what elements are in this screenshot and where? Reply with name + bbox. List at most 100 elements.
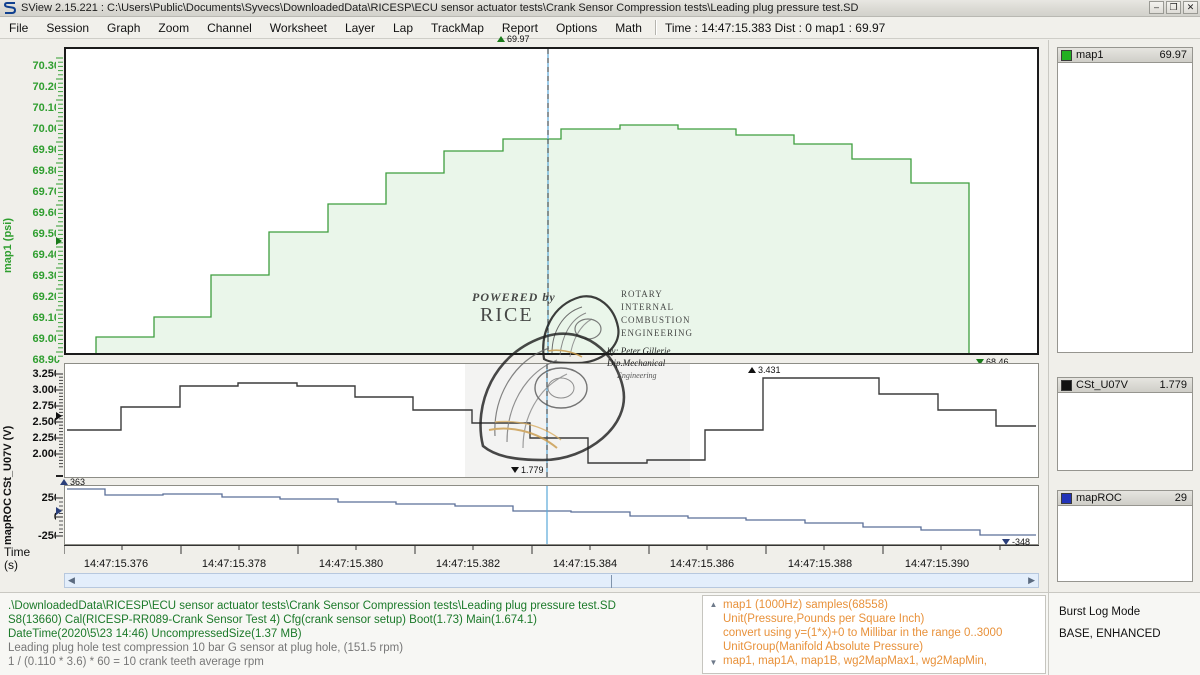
triangle-up-icon [748,367,756,373]
channel-value-map1: 69.97 [1159,49,1190,61]
chart-cst-y-ticks: 3.250 3.000 2.750 2.500 2.250 2.000 [14,362,60,480]
menu-item-worksheet[interactable]: Worksheet [261,19,336,37]
time-tick: 14:47:15.376 [84,558,148,570]
watermark-credit-1: by: Peter Gillerie [607,346,670,356]
menu-item-layer[interactable]: Layer [336,19,384,37]
menu-item-lap[interactable]: Lap [384,19,422,37]
maximize-button[interactable]: ❐ [1166,1,1181,14]
session-info-panel: .\DownloadedData\RICESP\ECU sensor actua… [0,593,700,675]
app-logo-icon [3,2,18,15]
menu-bar: File Session Graph Zoom Channel Workshee… [0,17,1200,39]
channel-header-map1[interactable]: map1 69.97 [1057,47,1193,63]
time-tick: 14:47:15.388 [788,558,852,570]
chart-map1-tick-ruler [56,50,64,360]
title-bar-text: SView 2.15.221 : C:\Users\Public\Documen… [21,2,858,14]
chart-map1-max-marker: 69.97 [497,34,530,44]
channel-color-swatch-icon [1061,493,1072,504]
chart-map1-y-ticks: 70.30 70.20 70.10 70.00 69.90 69.80 69.7… [14,48,60,358]
chart-map1-axis-label: map1 (psi) [2,200,14,290]
cursor-readout-status: Time : 14:47:15.383 Dist : 0 map1 : 69.9… [665,21,885,35]
channel-value-maproc: 29 [1175,492,1190,504]
time-tick: 14:47:15.382 [436,558,500,570]
time-tick: 14:47:15.380 [319,558,383,570]
triangle-right-icon [56,507,62,515]
close-button[interactable]: ✕ [1183,1,1198,14]
chart-map1-area [96,125,969,353]
chart-maproc-y-ticks: 250 0 -250 [14,482,60,544]
chart-map1-max-value: 69.97 [507,34,530,44]
triangle-right-icon [56,237,62,245]
channel-name-cst: CSt_U07V [1076,379,1159,391]
bottom-info-bar: .\DownloadedData\RICESP\ECU sensor actua… [0,592,1200,675]
channel-name-maproc: mapROC [1076,492,1175,504]
menu-item-trackmap[interactable]: TrackMap [422,19,493,37]
chart-workspace: map1 (psi) 70.30 70.20 70.10 70.00 69.90… [0,40,1048,592]
channel-body-map1[interactable] [1057,63,1193,353]
time-axis-label-line2: (s) [4,559,18,572]
scroll-up-arrow-icon[interactable]: ▲ [710,598,718,612]
menu-item-math[interactable]: Math [606,19,651,37]
time-axis-tick-labels: 14:47:15.376 14:47:15.378 14:47:15.380 1… [64,558,1039,572]
window-controls: – ❐ ✕ [1149,1,1198,14]
channel-sidebar: map1 69.97 CSt_U07V 1.779 mapROC 29 [1048,40,1200,592]
menu-item-file[interactable]: File [0,19,37,37]
chart-cst-max-value: 3.431 [758,365,781,375]
channel-color-swatch-icon [1061,380,1072,391]
channel-panel-maproc[interactable]: mapROC 29 [1057,490,1193,582]
scroll-down-arrow-icon[interactable]: ▼ [710,656,718,670]
scroll-track[interactable] [713,612,715,656]
session-path: .\DownloadedData\RICESP\ECU sensor actua… [8,599,694,613]
chart-map1-svg [66,49,1037,353]
chart-cst-min-value: 1.779 [521,465,544,475]
time-axis-ticks [64,545,1039,557]
channel-header-cst[interactable]: CSt_U07V 1.779 [1057,377,1193,393]
channel-name-map1: map1 [1076,49,1159,61]
chart-cst-min-marker: 1.779 [511,465,544,475]
menu-item-zoom[interactable]: Zoom [149,19,198,37]
session-comment-1: Leading plug hole test compression 10 ba… [8,641,694,655]
menu-item-graph[interactable]: Graph [98,19,149,37]
chart-maproc-max-value: 363 [70,477,85,487]
chart-maproc-plot-area[interactable] [64,485,1039,545]
sview-application-window: SView 2.15.221 : C:\Users\Public\Documen… [0,0,1200,675]
watermark-credit-2: Dip.Mechanical [606,358,666,368]
channel-detail-line-3: convert using y=(1*x)+0 to Millibar in t… [723,626,1043,640]
chart-map1-plot-area[interactable]: POWERED by RICE ROTARY INTERNAL COMBUSTI… [64,47,1039,355]
rotor-emblem-large-icon: by: Peter Gillerie Dip.Mechanical Engine… [465,326,695,476]
time-tick: 14:47:15.384 [553,558,617,570]
chart-maproc-axis-label: mapROC [2,490,14,552]
horizontal-scrollbar[interactable]: ◀ ▶ [64,573,1039,588]
triangle-up-icon [60,479,68,485]
menu-item-session[interactable]: Session [37,19,98,37]
log-feature-label: BASE, ENHANCED [1059,623,1200,645]
menu-item-channel[interactable]: Channel [198,19,261,37]
log-mode-label: Burst Log Mode [1059,601,1200,623]
channel-header-maproc[interactable]: mapROC 29 [1057,490,1193,506]
triangle-down-icon [511,467,519,473]
channel-detail-scrollbar[interactable]: ▲ ▼ [707,598,720,670]
chart-maproc-svg [65,486,1038,544]
time-tick: 14:47:15.390 [905,558,969,570]
channel-detail-panel[interactable]: ▲ ▼ map1 (1000Hz) samples(68558) Unit(Pr… [702,595,1046,674]
chart-maproc-line [67,489,1036,535]
triangle-up-icon [497,36,505,42]
chart-cst-plot-area[interactable]: by: Peter Gillerie Dip.Mechanical Engine… [64,363,1039,478]
session-datetime: DateTime(2020\5\23 14:46) UncompressedSi… [8,627,694,641]
minimize-button[interactable]: – [1149,1,1164,14]
channel-detail-line-2: Unit(Pressure,Pounds per Square Inch) [723,612,1043,626]
time-tick: 14:47:15.386 [670,558,734,570]
channel-panel-cst[interactable]: CSt_U07V 1.779 [1057,377,1193,471]
channel-detail-line-4: UnitGroup(Manifold Absolute Pressure) [723,640,1043,654]
scroll-right-arrow-icon[interactable]: ▶ [1025,575,1038,586]
time-tick: 14:47:15.378 [202,558,266,570]
channel-body-cst[interactable] [1057,393,1193,471]
session-comment-2: 1 / (0.110 * 3.6) * 60 = 10 crank teeth … [8,655,694,669]
menu-divider [655,20,657,35]
chart-cst-max-marker: 3.431 [748,365,781,375]
scroll-position-marker[interactable] [611,575,612,588]
menu-item-options[interactable]: Options [547,19,606,37]
scroll-left-arrow-icon[interactable]: ◀ [65,575,78,586]
channel-body-maproc[interactable] [1057,506,1193,582]
channel-panel-map1[interactable]: map1 69.97 [1057,47,1193,353]
watermark-credit-3: Engineering [616,371,657,380]
